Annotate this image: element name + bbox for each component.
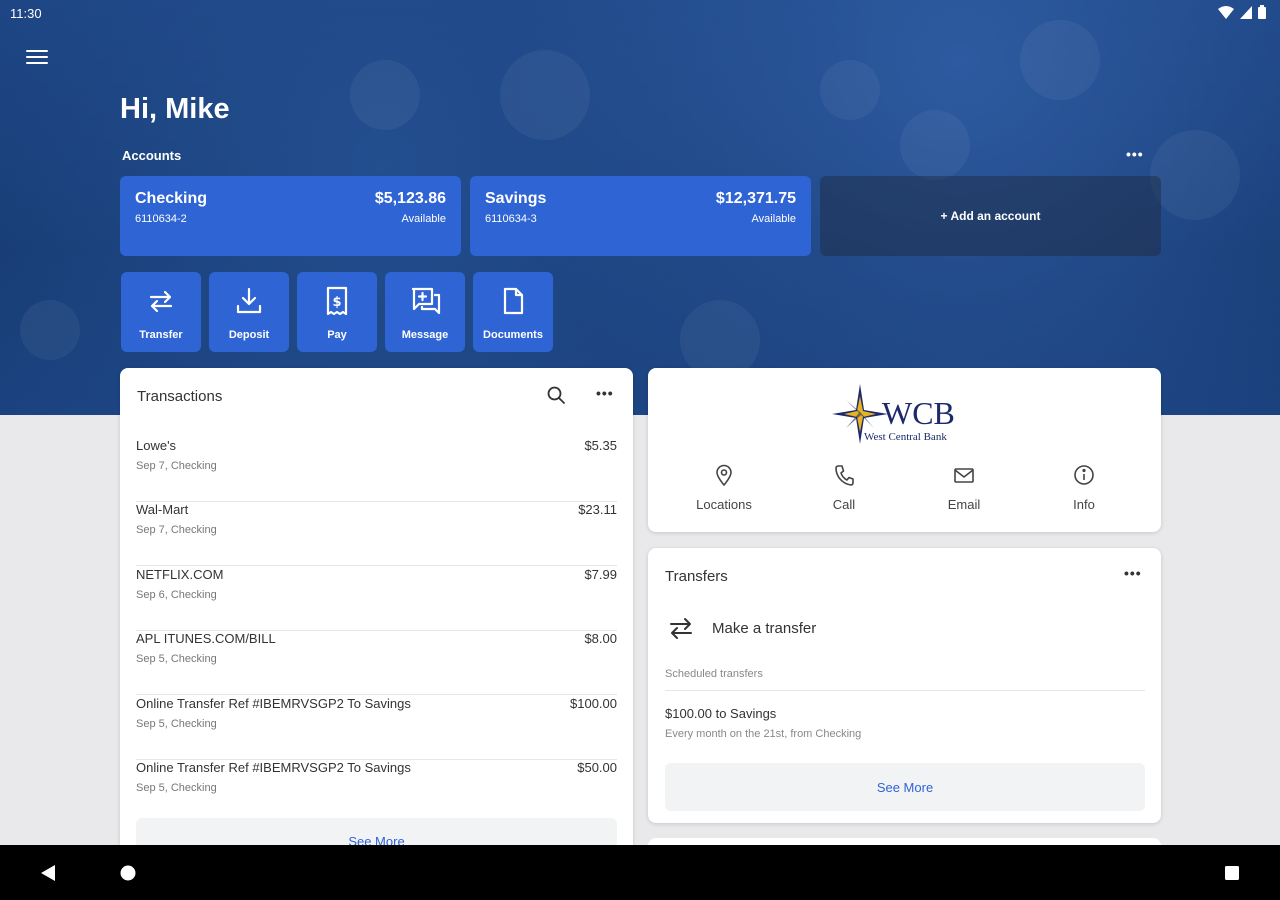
email-icon xyxy=(954,468,974,483)
quick-action-label: Deposit xyxy=(228,329,270,341)
transaction-desc: Online Transfer Ref #IBEMRVSGP2 To Savin… xyxy=(136,696,411,711)
quick-action-message[interactable]: Message xyxy=(385,272,465,352)
contact-email[interactable]: Email xyxy=(904,464,1024,512)
transfer-icon xyxy=(149,290,173,313)
transfers-see-more-button[interactable]: See More xyxy=(665,763,1145,811)
transaction-row[interactable]: Online Transfer Ref #IBEMRVSGP2 To Savin… xyxy=(136,696,617,760)
quick-action-label: Message xyxy=(401,329,449,341)
scheduled-transfer-detail: Every month on the 21st, from Checking xyxy=(665,728,862,740)
transaction-meta: Sep 5, Checking xyxy=(136,653,217,665)
logo-text: WCB xyxy=(882,395,955,431)
quick-action-documents[interactable]: Documents xyxy=(473,272,553,352)
bank-panel: WCB West Central Bank Locations Call Ema… xyxy=(648,368,1161,532)
transaction-desc: Lowe's xyxy=(136,438,177,453)
contact-info[interactable]: Info xyxy=(1024,464,1144,512)
contact-label: Call xyxy=(832,497,856,512)
contact-label: Locations xyxy=(696,497,752,512)
transactions-more-icon[interactable]: ••• xyxy=(596,385,614,401)
transaction-desc: NETFLIX.COM xyxy=(136,567,224,582)
recents-button[interactable] xyxy=(1202,845,1262,900)
transfers-panel: Transfers ••• Make a transfer Scheduled … xyxy=(648,548,1161,823)
transaction-amount: $5.35 xyxy=(584,438,617,453)
transaction-desc: APL ITUNES.COM/BILL xyxy=(136,631,276,646)
phone-icon xyxy=(835,465,854,486)
make-transfer-button[interactable]: Make a transfer xyxy=(666,610,1146,646)
divider xyxy=(665,690,1145,691)
contact-label: Info xyxy=(1073,497,1095,512)
account-balance: $12,371.75 xyxy=(715,190,796,207)
transaction-row[interactable]: NETFLIX.COM $7.99 Sep 6, Checking xyxy=(136,567,617,631)
logo-subtext: West Central Bank xyxy=(864,431,947,443)
transaction-row[interactable]: Lowe's $5.35 Sep 7, Checking xyxy=(136,438,617,502)
hamburger-menu-icon[interactable] xyxy=(24,46,50,68)
greeting: Hi, Mike xyxy=(120,93,230,125)
transactions-panel: Transactions ••• Lowe's $5.35 Sep 7, Che… xyxy=(120,368,633,868)
balance-label: Available xyxy=(401,213,446,225)
account-number: 6110634-3 xyxy=(485,213,537,225)
transaction-desc: Wal-Mart xyxy=(136,502,189,517)
account-name: Savings xyxy=(485,190,547,207)
info-icon xyxy=(1074,465,1094,485)
home-button[interactable] xyxy=(98,845,158,900)
battery-icon xyxy=(1258,5,1266,19)
transfers-more-icon[interactable]: ••• xyxy=(1124,565,1142,581)
quick-action-label: Pay xyxy=(327,329,347,341)
transaction-meta: Sep 5, Checking xyxy=(136,718,217,730)
bank-logo: WCB West Central Bank xyxy=(832,384,955,444)
quick-action-pay[interactable]: $ Pay xyxy=(297,272,377,352)
account-name: Checking xyxy=(135,190,208,207)
transfer-icon xyxy=(670,618,692,639)
make-transfer-label: Make a transfer xyxy=(712,620,817,637)
account-balance: $5,123.86 xyxy=(374,190,446,207)
status-bar: 11:30 xyxy=(0,0,1280,26)
account-number: 6110634-2 xyxy=(135,213,187,225)
transaction-meta: Sep 6, Checking xyxy=(136,589,217,601)
add-account-button[interactable]: + Add an account xyxy=(820,176,1161,256)
pay-icon: $ xyxy=(326,286,348,316)
accounts-more-icon[interactable]: ••• xyxy=(1126,146,1144,162)
transaction-row[interactable]: Wal-Mart $23.11 Sep 7, Checking xyxy=(136,502,617,566)
account-card-savings[interactable]: Savings $12,371.75 6110634-3 Available xyxy=(470,176,811,256)
account-card-checking[interactable]: Checking $5,123.86 6110634-2 Available xyxy=(120,176,461,256)
contact-label: Email xyxy=(947,497,981,512)
transaction-desc: Online Transfer Ref #IBEMRVSGP2 To Savin… xyxy=(136,760,411,775)
documents-icon xyxy=(503,287,524,315)
transaction-meta: Sep 7, Checking xyxy=(136,524,217,536)
quick-action-transfer[interactable]: Transfer xyxy=(121,272,201,352)
transaction-meta: Sep 5, Checking xyxy=(136,782,217,794)
quick-action-label: Documents xyxy=(483,329,543,341)
location-pin-icon xyxy=(716,464,732,487)
quick-action-label: Transfer xyxy=(139,329,183,341)
deposit-icon xyxy=(236,287,262,314)
status-time: 11:30 xyxy=(10,6,42,21)
back-icon xyxy=(41,864,55,881)
accounts-label: Accounts xyxy=(122,148,182,163)
home-icon xyxy=(120,865,136,880)
transaction-amount: $50.00 xyxy=(577,760,617,775)
balance-label: Available xyxy=(751,213,796,225)
transaction-amount: $8.00 xyxy=(584,631,617,646)
svg-text:$: $ xyxy=(332,295,341,310)
quick-action-deposit[interactable]: Deposit xyxy=(209,272,289,352)
transaction-row[interactable]: Online Transfer Ref #IBEMRVSGP2 To Savin… xyxy=(136,760,617,824)
back-button[interactable] xyxy=(18,845,78,900)
recents-icon xyxy=(1225,865,1239,880)
system-nav-bar xyxy=(0,845,1280,900)
signal-icon xyxy=(1240,5,1252,19)
search-icon[interactable] xyxy=(546,385,566,405)
message-icon xyxy=(411,287,441,315)
contact-call[interactable]: Call xyxy=(784,464,904,512)
transaction-meta: Sep 7, Checking xyxy=(136,460,217,472)
scheduled-transfer-item[interactable]: $100.00 to Savings Every month on the 21… xyxy=(665,706,1145,746)
scheduled-transfers-label: Scheduled transfers xyxy=(665,668,763,680)
transactions-title: Transactions xyxy=(137,388,223,405)
transaction-amount: $23.11 xyxy=(578,502,617,517)
scheduled-transfer-title: $100.00 to Savings xyxy=(665,706,777,721)
contact-locations[interactable]: Locations xyxy=(664,464,784,512)
transaction-amount: $100.00 xyxy=(570,696,617,711)
transaction-amount: $7.99 xyxy=(584,567,617,582)
transaction-row[interactable]: APL ITUNES.COM/BILL $8.00 Sep 5, Checkin… xyxy=(136,631,617,695)
transfers-title: Transfers xyxy=(665,568,728,585)
wifi-icon xyxy=(1218,5,1234,19)
